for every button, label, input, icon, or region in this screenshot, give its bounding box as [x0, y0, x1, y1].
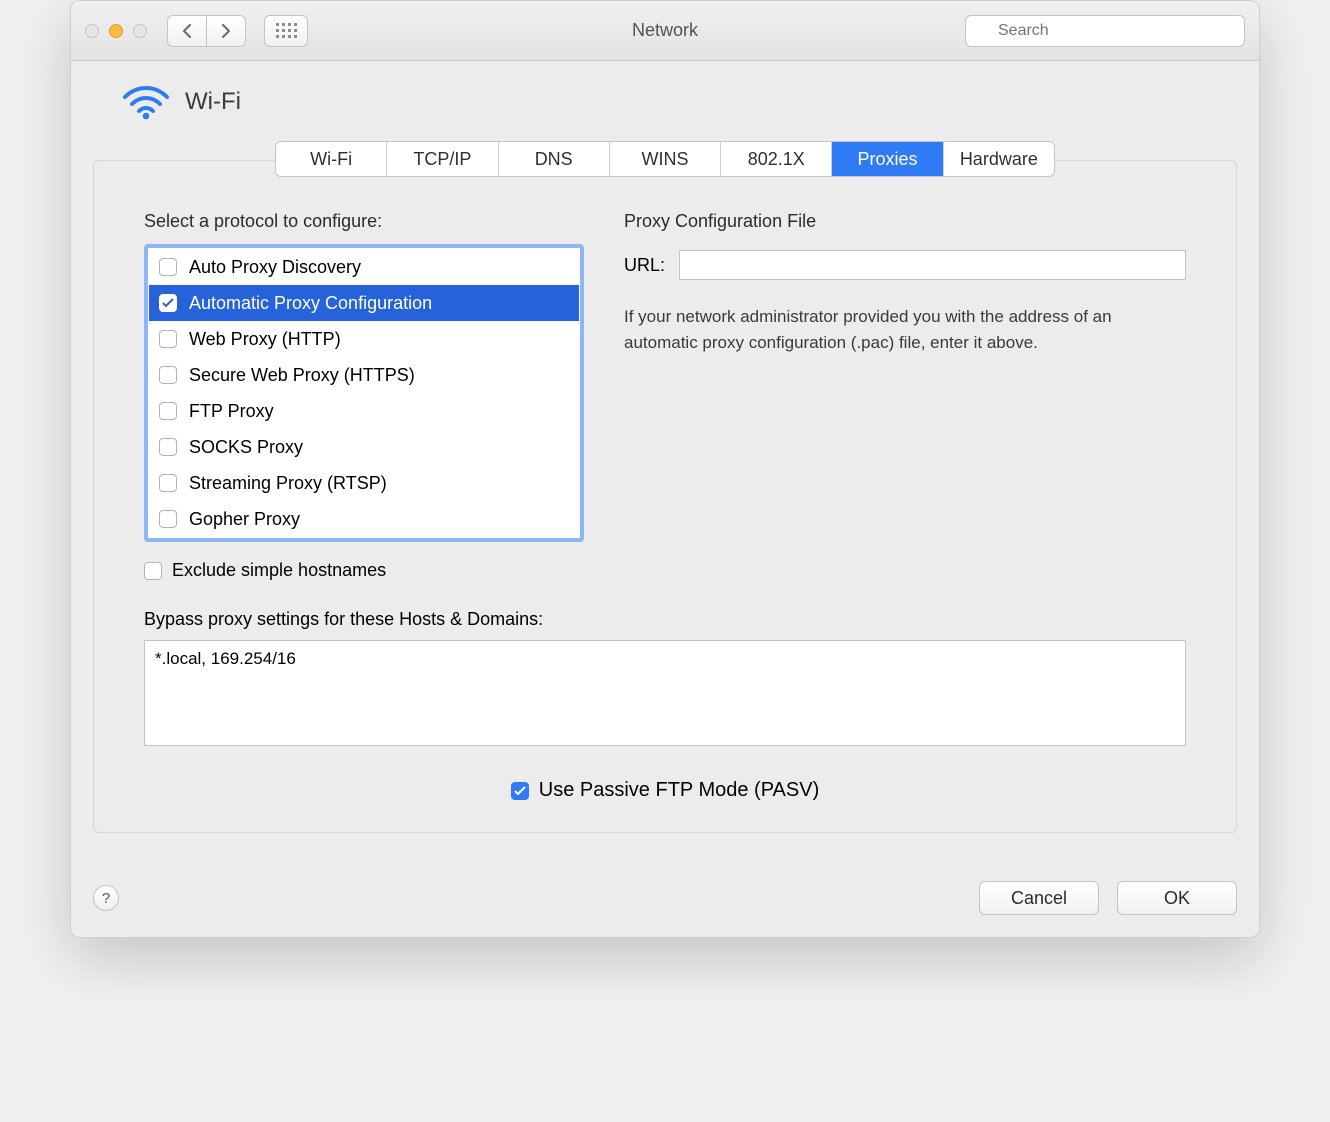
proxies-panel: Select a protocol to configure: Auto Pro…	[93, 160, 1237, 833]
checkbox[interactable]	[159, 330, 177, 348]
back-button[interactable]	[167, 15, 207, 47]
search-box	[965, 15, 1245, 47]
checkbox[interactable]	[159, 474, 177, 492]
pasv-label: Use Passive FTP Mode (PASV)	[539, 779, 819, 802]
url-input[interactable]	[679, 250, 1186, 280]
protocol-label: Gopher Proxy	[189, 509, 300, 530]
select-protocol-label: Select a protocol to configure:	[144, 211, 584, 232]
exclude-hostnames-checkbox[interactable]	[144, 562, 162, 580]
tabs: Wi-Fi TCP/IP DNS WINS 802.1X Proxies Har…	[275, 141, 1055, 177]
help-button[interactable]: ?	[93, 885, 119, 911]
traffic-lights	[85, 24, 147, 38]
checkbox[interactable]	[159, 258, 177, 276]
tab-wifi[interactable]: Wi-Fi	[276, 142, 387, 176]
protocol-socks[interactable]: SOCKS Proxy	[149, 429, 579, 465]
checkbox[interactable]	[159, 294, 177, 312]
protocol-label: FTP Proxy	[189, 401, 274, 422]
checkbox[interactable]	[159, 510, 177, 528]
protocol-http[interactable]: Web Proxy (HTTP)	[149, 321, 579, 357]
protocol-label: Web Proxy (HTTP)	[189, 329, 341, 350]
zoom-window-button[interactable]	[133, 24, 147, 38]
question-icon: ?	[102, 890, 110, 907]
protocol-rtsp[interactable]: Streaming Proxy (RTSP)	[149, 465, 579, 501]
chevron-left-icon	[182, 24, 192, 38]
show-all-button[interactable]	[264, 15, 308, 47]
protocol-https[interactable]: Secure Web Proxy (HTTPS)	[149, 357, 579, 393]
protocol-label: Automatic Proxy Configuration	[189, 293, 432, 314]
bypass-label: Bypass proxy settings for these Hosts & …	[144, 609, 1186, 630]
pcf-hint: If your network administrator provided y…	[624, 304, 1186, 355]
tab-8021x[interactable]: 802.1X	[721, 142, 832, 176]
chevron-right-icon	[221, 24, 231, 38]
nav-buttons	[167, 15, 246, 47]
page-title: Wi-Fi	[185, 88, 241, 116]
titlebar: Network	[71, 1, 1259, 61]
search-input[interactable]	[965, 15, 1245, 47]
protocol-label: Secure Web Proxy (HTTPS)	[189, 365, 415, 386]
ok-button[interactable]: OK	[1117, 881, 1237, 915]
cancel-button[interactable]: Cancel	[979, 881, 1099, 915]
pcf-title: Proxy Configuration File	[624, 211, 1186, 232]
bypass-textarea[interactable]	[144, 640, 1186, 746]
url-label: URL:	[624, 255, 665, 276]
tab-tcpip[interactable]: TCP/IP	[387, 142, 498, 176]
checkbox[interactable]	[159, 366, 177, 384]
tab-dns[interactable]: DNS	[499, 142, 610, 176]
protocol-automatic-config[interactable]: Automatic Proxy Configuration	[149, 285, 579, 321]
protocol-label: Auto Proxy Discovery	[189, 257, 361, 278]
wifi-header: Wi-Fi	[93, 83, 1237, 121]
protocol-label: SOCKS Proxy	[189, 437, 303, 458]
wifi-icon	[123, 83, 169, 121]
protocol-label: Streaming Proxy (RTSP)	[189, 473, 387, 494]
protocol-list[interactable]: Auto Proxy Discovery Automatic Proxy Con…	[144, 244, 584, 542]
footer: ? Cancel OK	[71, 863, 1259, 937]
exclude-hostnames-label: Exclude simple hostnames	[172, 560, 386, 581]
pasv-checkbox[interactable]	[511, 782, 529, 800]
forward-button[interactable]	[206, 15, 246, 47]
protocol-ftp[interactable]: FTP Proxy	[149, 393, 579, 429]
close-window-button[interactable]	[85, 24, 99, 38]
checkbox[interactable]	[159, 402, 177, 420]
grid-icon	[276, 23, 297, 38]
tab-hardware[interactable]: Hardware	[944, 142, 1054, 176]
tab-wins[interactable]: WINS	[610, 142, 721, 176]
minimize-window-button[interactable]	[109, 24, 123, 38]
network-preferences-window: Network Wi-Fi Wi-Fi TCP/IP DNS WINS 802.…	[70, 0, 1260, 938]
checkbox[interactable]	[159, 438, 177, 456]
tab-proxies[interactable]: Proxies	[832, 142, 943, 176]
body: Wi-Fi Wi-Fi TCP/IP DNS WINS 802.1X Proxi…	[71, 61, 1259, 863]
protocol-gopher[interactable]: Gopher Proxy	[149, 501, 579, 537]
protocol-auto-discovery[interactable]: Auto Proxy Discovery	[149, 249, 579, 285]
